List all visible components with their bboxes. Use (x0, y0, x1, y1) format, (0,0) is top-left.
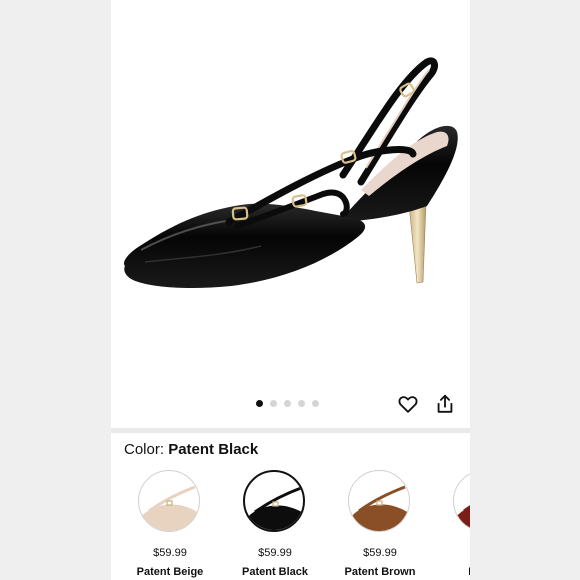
color-swatch-patent-brown[interactable]: $59.99 Patent Brown (328, 470, 432, 580)
shoe-thumbnail-icon (245, 486, 303, 530)
swatch-name: Patent (433, 566, 470, 578)
swatch-price: $ (433, 547, 470, 559)
shoe-thumbnail-icon (454, 505, 470, 531)
background-right (470, 0, 580, 580)
carousel-dot[interactable] (312, 400, 319, 407)
product-image[interactable] (111, 0, 470, 378)
swatch-price: $59.99 (258, 547, 292, 559)
favorite-button[interactable] (397, 393, 419, 415)
heart-icon (398, 396, 418, 413)
color-swatch-patent-red[interactable]: $ Patent (433, 470, 470, 580)
carousel-dots (256, 400, 319, 407)
swatch-thumbnail (348, 470, 410, 532)
color-swatch-patent-beige[interactable]: $59.99 Patent Beige (118, 470, 222, 580)
swatch-thumbnail (243, 470, 305, 532)
swatch-thumbnail (453, 470, 470, 532)
product-page: Color: Patent Black $59.99 Patent Beige … (111, 0, 470, 580)
shoe-illustration (123, 57, 458, 288)
swatch-price: $59.99 (153, 547, 187, 559)
shoe-thumbnail-icon (139, 485, 199, 531)
background-left (0, 0, 111, 580)
selected-color-name: Patent Black (168, 441, 259, 458)
shoe-thumbnail-icon (349, 485, 409, 531)
color-label-row: Color: Patent Black (124, 441, 258, 458)
swatch-thumbnail (138, 470, 200, 532)
share-button[interactable] (434, 393, 456, 415)
swatch-price: $59.99 (363, 547, 397, 559)
share-icon (437, 394, 453, 413)
carousel-dot[interactable] (298, 400, 305, 407)
carousel-dot[interactable] (256, 400, 263, 407)
color-swatch-patent-black[interactable]: $59.99 Patent Black (223, 470, 327, 580)
image-controls (111, 378, 470, 428)
swatch-name: Patent Black (241, 566, 309, 578)
carousel-dot[interactable] (270, 400, 277, 407)
carousel-dot[interactable] (284, 400, 291, 407)
color-label: Color: (124, 441, 165, 458)
section-divider (111, 428, 470, 433)
swatch-name: Patent Beige (136, 566, 204, 578)
swatch-name: Patent Brown (344, 566, 416, 578)
